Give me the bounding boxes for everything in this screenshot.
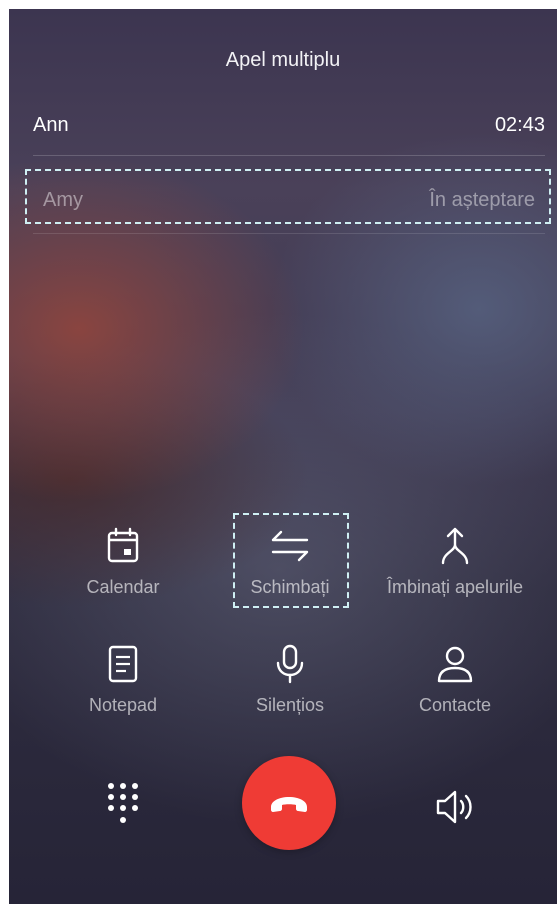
swap-label: Schimbați [250, 577, 330, 597]
active-caller-name: Ann [33, 114, 69, 136]
notepad-button[interactable]: Notepad [33, 643, 213, 716]
divider [33, 233, 545, 234]
speaker-icon[interactable] [432, 787, 478, 827]
swap-calls-button[interactable]: Schimbați [200, 525, 380, 598]
call-duration: 02:43 [494, 114, 545, 136]
calendar-label: Calendar [86, 577, 160, 597]
call-screen: Apel multiplu Ann 02:43 Amy În așteptare… [9, 9, 557, 904]
microphone-icon [276, 644, 304, 684]
end-call-button[interactable] [242, 756, 336, 850]
dialpad-icon[interactable] [101, 780, 145, 828]
merge-label: Îmbinați apelurile [386, 577, 524, 597]
contacts-label: Contacte [418, 695, 492, 715]
active-call-row[interactable]: Ann 02:43 [33, 95, 545, 156]
notepad-icon [108, 645, 138, 683]
person-icon [437, 646, 473, 683]
calendar-button[interactable]: Calendar [33, 525, 213, 598]
calendar-icon [107, 527, 139, 563]
notepad-label: Notepad [88, 695, 158, 715]
swap-arrows-icon [271, 530, 309, 562]
mute-label: Silențios [255, 695, 325, 715]
merge-icon [441, 527, 469, 565]
held-call-row[interactable]: Amy În așteptare [33, 170, 545, 230]
merge-calls-button[interactable]: Îmbinați apelurile [365, 525, 545, 598]
screen-title: Apel multiplu [225, 49, 341, 71]
mute-button[interactable]: Silențios [200, 643, 380, 716]
held-caller-name: Amy [43, 189, 83, 211]
held-call-status: În așteptare [429, 189, 535, 211]
end-call-icon [271, 797, 307, 812]
contacts-button[interactable]: Contacte [365, 643, 545, 716]
